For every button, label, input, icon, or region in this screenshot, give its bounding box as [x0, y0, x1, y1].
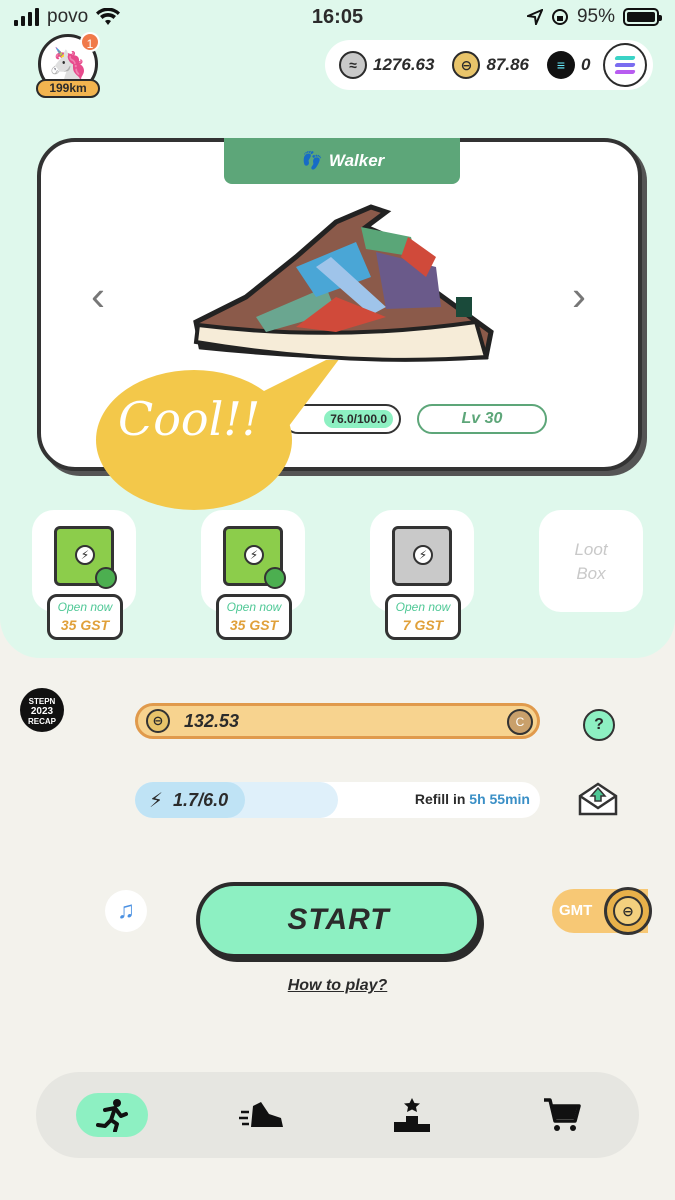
sneaker-type-tab: 👣 Walker	[224, 138, 460, 184]
distance-pill: 199km	[36, 79, 100, 98]
sneaker-image	[193, 204, 494, 362]
recap-badge[interactable]: STEPN 2023 RECAP	[20, 688, 64, 732]
energy-badge: ⚡ 1.7/6.0	[135, 782, 245, 818]
currency-bar[interactable]: ≈ 1276.63 ⊖ 87.86 ≡ 0	[325, 40, 653, 90]
loot-box-label-1: Loot	[574, 540, 608, 559]
gst-coin-icon: ⊖	[146, 709, 170, 733]
loot-box-slot[interactable]: Loot Box	[539, 510, 643, 612]
open-box-button[interactable]: Open now 35 GST	[216, 594, 292, 640]
battery-percent: 95%	[576, 6, 615, 27]
status-bar: povo 16:05 95%	[0, 0, 675, 36]
start-button[interactable]: START	[196, 882, 481, 958]
help-button[interactable]: ?	[583, 709, 615, 741]
box-cost: 35 GST	[229, 617, 279, 633]
box-cost: 7 GST	[402, 617, 444, 633]
refill-label: Refill in	[414, 791, 466, 807]
tab-leaderboard[interactable]	[376, 1093, 448, 1137]
gmt-balance: 87.86	[486, 55, 529, 74]
battery-icon	[623, 8, 662, 26]
gmt-coin-icon: ⊖	[452, 51, 481, 79]
mystery-box-icon: ⚡	[223, 526, 286, 589]
mail-icon[interactable]	[578, 782, 618, 816]
tab-marketplace[interactable]	[526, 1093, 598, 1137]
sol-balance: 0	[581, 55, 591, 74]
tab-sneakers[interactable]	[226, 1093, 298, 1137]
gst-coin-icon: ≈	[339, 51, 367, 79]
prev-sneaker-arrow[interactable]: ‹	[91, 272, 105, 320]
gmt-toggle[interactable]: GMT ⊖	[552, 887, 652, 935]
how-to-play-link[interactable]: How to play?	[0, 977, 675, 995]
refill-timer: Refill in 5h 55min	[415, 791, 530, 807]
mystery-box-icon: ⚡	[392, 526, 452, 586]
recap-line-3: RECAP	[27, 717, 56, 726]
sneaker-type-label: Walker	[328, 151, 385, 170]
footprint-icon: 👣	[299, 151, 321, 170]
podium-icon	[394, 1098, 430, 1132]
bottom-tab-bar	[36, 1072, 639, 1158]
recap-line-2: 2023	[30, 706, 54, 717]
open-now-label: Open now	[226, 600, 282, 614]
rotation-lock-icon	[551, 9, 568, 25]
open-box-button[interactable]: Open now 7 GST	[385, 594, 461, 640]
recap-line-1: STEPN	[28, 697, 56, 706]
cart-icon	[544, 1098, 581, 1131]
unicorn-icon: 🦄	[48, 46, 88, 82]
tab-run[interactable]	[76, 1093, 148, 1137]
refill-time: 5h 55min	[469, 791, 530, 807]
runner-icon	[96, 1099, 128, 1132]
loot-box-label-2: Box	[576, 564, 606, 583]
open-now-label: Open now	[395, 600, 451, 614]
level-pill: Lv 30	[417, 404, 547, 434]
energy-bar: ⚡ 1.7/6.0 Refill in 5h 55min	[135, 782, 540, 818]
sneaker-icon	[239, 1102, 283, 1127]
energy-value: 1.7/6.0	[173, 789, 229, 810]
open-now-label: Open now	[57, 600, 113, 614]
gst-balance: 1276.63	[373, 55, 435, 74]
gst-earned-value: 132.53	[184, 710, 240, 731]
next-sneaker-arrow[interactable]: ›	[572, 272, 586, 320]
box-cost: 35 GST	[60, 617, 110, 633]
music-button[interactable]: ♫	[105, 890, 147, 932]
open-box-button[interactable]: Open now 35 GST	[47, 594, 123, 640]
speech-bubble-text: Cool!!	[118, 392, 261, 446]
notification-badge: 1	[80, 32, 100, 52]
mystery-box-icon: ⚡	[54, 526, 117, 589]
lightning-icon: ⚡	[149, 789, 164, 812]
sol-coin-icon: ≡	[547, 51, 575, 79]
gst-cap-button[interactable]: C	[507, 709, 533, 735]
gst-earned-bar: ⊖ 132.53 C	[135, 703, 540, 739]
location-icon	[526, 9, 543, 25]
wallet-button[interactable]	[603, 43, 647, 87]
gmt-toggle-label: GMT	[559, 902, 593, 919]
gmt-coin-icon: ⊖	[604, 887, 652, 935]
